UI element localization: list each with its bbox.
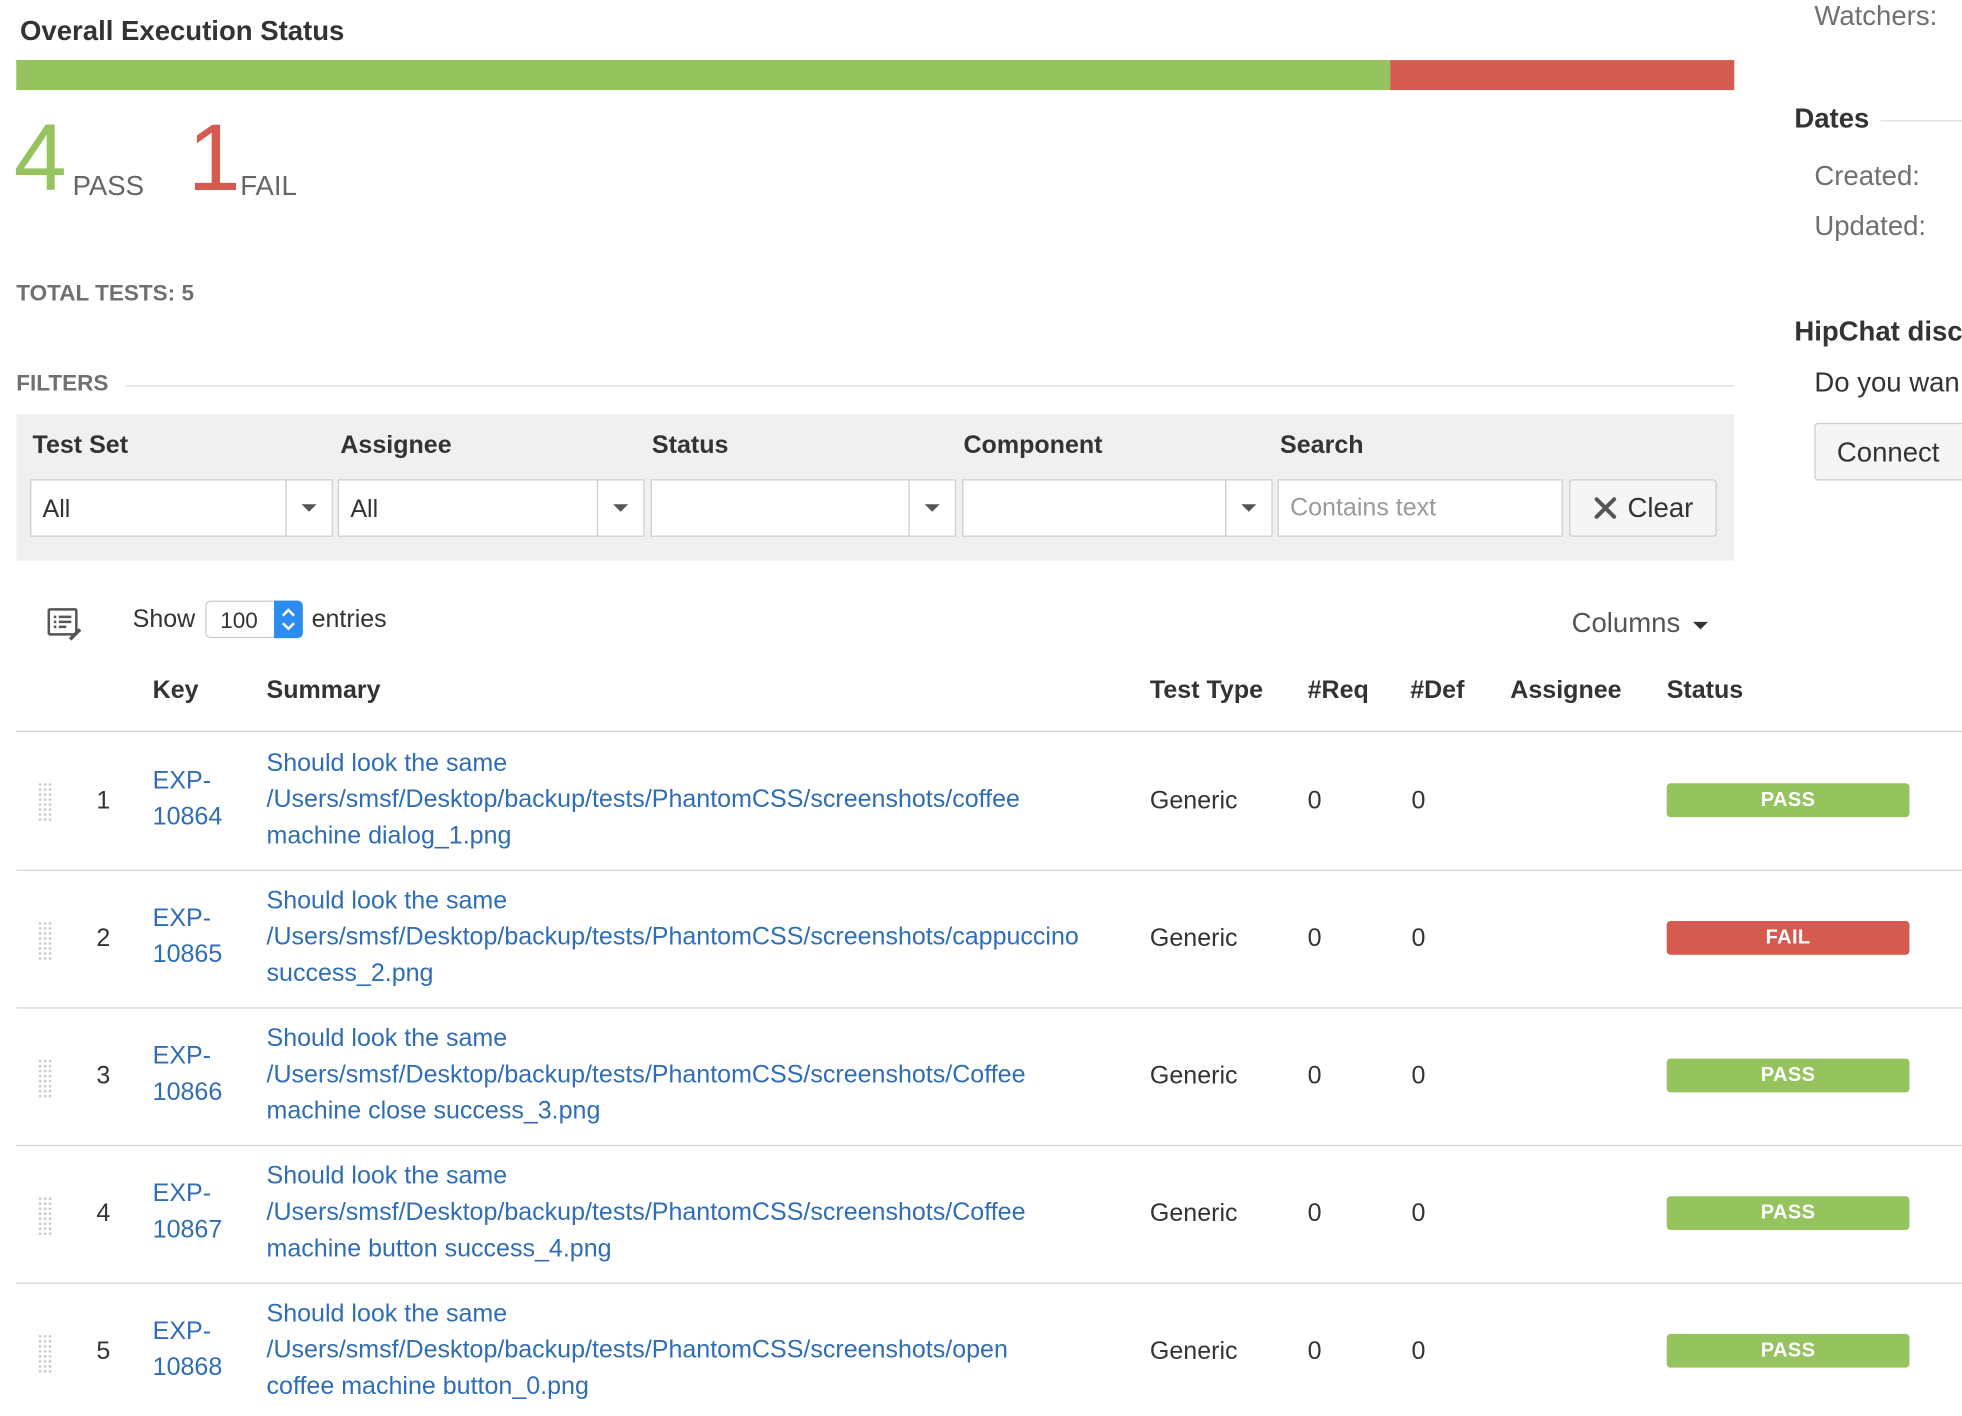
- table-row: 5 EXP- 10868 Should look the same/Users/s…: [16, 1284, 1962, 1416]
- fail-label: FAIL: [240, 170, 297, 202]
- dates-divider: [1880, 120, 1962, 122]
- drag-handle-icon[interactable]: [37, 1333, 53, 1374]
- req-count: 0: [1307, 1199, 1322, 1228]
- filters-divider: [125, 385, 1735, 387]
- total-tests: TOTAL TESTS: 5: [16, 280, 194, 306]
- test-set-select[interactable]: All: [30, 479, 333, 537]
- column-header-summary[interactable]: Summary: [267, 677, 381, 706]
- row-number: 3: [96, 1062, 111, 1090]
- fail-segment: [1390, 60, 1735, 91]
- component-select[interactable]: [962, 479, 1273, 537]
- caret-down-icon: [1692, 621, 1708, 630]
- show-label: Show: [132, 605, 196, 634]
- execution-progress-bar: [16, 60, 1735, 91]
- def-count: 0: [1411, 1062, 1426, 1090]
- summary-link[interactable]: Should look the same/Users/smsf/Desktop/…: [267, 883, 1079, 992]
- test-type: Generic: [1149, 924, 1238, 953]
- test-set-label: Test Set: [32, 431, 129, 460]
- test-type: Generic: [1149, 1062, 1238, 1090]
- issue-key-link[interactable]: EXP- 10865: [153, 901, 223, 974]
- search-filter-label: Search: [1280, 431, 1364, 460]
- fail-count: 1: [187, 105, 241, 212]
- def-count: 0: [1411, 1337, 1426, 1366]
- entries-label: entries: [311, 605, 387, 634]
- dates-heading: Dates: [1794, 102, 1870, 134]
- watchers-label: Watchers:: [1814, 0, 1938, 32]
- test-type: Generic: [1149, 787, 1238, 815]
- column-header-req[interactable]: #Req: [1308, 677, 1369, 706]
- table-row: 3 EXP- 10866 Should look the same/Users/s…: [16, 1009, 1962, 1147]
- summary-link[interactable]: Should look the same/Users/smsf/Desktop/…: [267, 1021, 1026, 1130]
- clear-label: Clear: [1627, 491, 1694, 524]
- stepper-icon[interactable]: [274, 600, 303, 639]
- def-count: 0: [1411, 787, 1426, 815]
- issue-key-link[interactable]: EXP- 10868: [153, 1314, 223, 1387]
- row-number: 2: [96, 924, 111, 953]
- column-header-test-type[interactable]: Test Type: [1150, 677, 1263, 706]
- test-type: Generic: [1149, 1199, 1238, 1228]
- req-count: 0: [1307, 787, 1322, 815]
- status-select[interactable]: [650, 479, 956, 537]
- table-row: 4 EXP- 10867 Should look the same/Users/s…: [16, 1146, 1962, 1284]
- search-input[interactable]: [1277, 479, 1563, 537]
- drag-handle-icon[interactable]: [37, 1196, 53, 1237]
- assignee-select[interactable]: All: [337, 479, 645, 537]
- status-badge: PASS: [1666, 1058, 1910, 1093]
- req-count: 0: [1307, 924, 1322, 953]
- req-count: 0: [1307, 1337, 1322, 1366]
- table-row: 2 EXP- 10865 Should look the same/Users/s…: [16, 871, 1962, 1009]
- assignee-value: All: [350, 495, 379, 524]
- column-header-key[interactable]: Key: [153, 677, 199, 706]
- def-count: 0: [1411, 1199, 1426, 1228]
- pass-segment: [16, 60, 1391, 91]
- chevron-down-icon[interactable]: [908, 480, 955, 536]
- status-badge: FAIL: [1666, 920, 1910, 955]
- summary-link[interactable]: Should look the same/Users/smsf/Desktop/…: [267, 1159, 1026, 1268]
- status-badge: PASS: [1666, 1196, 1910, 1231]
- close-icon: [1594, 497, 1616, 519]
- connect-button[interactable]: Connect: [1814, 422, 1962, 481]
- summary-link[interactable]: Should look the same/Users/smsf/Desktop/…: [267, 1296, 1008, 1405]
- req-count: 0: [1307, 1062, 1322, 1090]
- status-badge: PASS: [1666, 1333, 1910, 1368]
- filters-heading: FILTERS: [16, 370, 109, 396]
- drag-handle-icon[interactable]: [37, 920, 53, 961]
- issue-key-link[interactable]: EXP- 10864: [153, 763, 223, 836]
- chevron-down-icon[interactable]: [1225, 480, 1272, 536]
- def-count: 0: [1411, 924, 1426, 953]
- hipchat-heading: HipChat disc: [1794, 315, 1962, 347]
- clear-button[interactable]: Clear: [1569, 479, 1717, 537]
- page-length-select[interactable]: 100: [205, 600, 303, 639]
- status-badge: PASS: [1666, 783, 1910, 818]
- summary-link[interactable]: Should look the same/Users/smsf/Desktop/…: [267, 746, 1020, 855]
- pass-count: 4: [13, 105, 67, 212]
- execution-status-title: Overall Execution Status: [20, 15, 345, 47]
- page-length-value: 100: [220, 608, 258, 634]
- issue-key-link[interactable]: EXP- 10866: [153, 1039, 223, 1112]
- column-header-assignee[interactable]: Assignee: [1510, 677, 1621, 706]
- test-type: Generic: [1149, 1337, 1238, 1366]
- columns-label: Columns: [1571, 606, 1681, 639]
- drag-handle-icon[interactable]: [37, 782, 53, 823]
- row-number: 1: [96, 787, 111, 815]
- test-set-value: All: [42, 495, 71, 524]
- columns-button[interactable]: Columns: [1572, 607, 1710, 640]
- edit-list-icon[interactable]: [46, 606, 82, 647]
- assignee-filter-label: Assignee: [340, 431, 452, 460]
- created-label: Created:: [1814, 160, 1920, 192]
- row-number: 4: [96, 1199, 111, 1228]
- component-filter-label: Component: [963, 431, 1103, 460]
- issue-key-link[interactable]: EXP- 10867: [153, 1176, 223, 1249]
- row-number: 5: [96, 1337, 111, 1366]
- chevron-down-icon[interactable]: [596, 480, 644, 536]
- updated-label: Updated:: [1814, 210, 1927, 242]
- column-header-status[interactable]: Status: [1667, 677, 1743, 706]
- status-filter-label: Status: [651, 431, 729, 460]
- drag-handle-icon[interactable]: [37, 1058, 53, 1099]
- hipchat-text: Do you wan: [1814, 366, 1960, 398]
- column-header-def[interactable]: #Def: [1410, 677, 1464, 706]
- table-row: 1 EXP- 10864 Should look the same/Users/s…: [16, 732, 1962, 870]
- chevron-down-icon[interactable]: [285, 480, 332, 536]
- pass-label: PASS: [72, 170, 144, 202]
